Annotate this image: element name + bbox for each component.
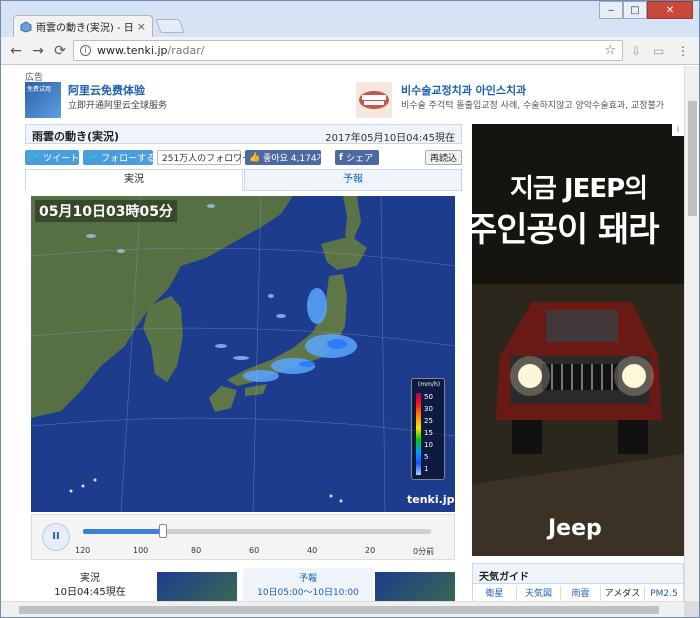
- forecast-time: 10日05:00〜10日10:00: [257, 588, 359, 598]
- page-title: 雨雲の動き(実況): [32, 130, 120, 143]
- favicon-icon: [20, 20, 32, 33]
- ad2-description: 비수술 주걱턱 돌출입교정 사례, 수술하지않고 양악수술효과, 교정불가: [401, 101, 665, 111]
- ad-info-icon[interactable]: i: [672, 124, 684, 136]
- radar-map[interactable]: 05月10日03時05分 (mm/h) 50 30 25 15 10 5 1 t…: [31, 196, 455, 512]
- bookmark-star-icon[interactable]: ☆: [604, 43, 616, 58]
- ad1-title-link[interactable]: 阿里云免费体验: [68, 82, 145, 98]
- map-timestamp: 05月10日03時05分: [35, 200, 177, 222]
- rainfall-legend: (mm/h) 50 30 25 15 10 5 1: [411, 378, 445, 480]
- timeline-player: II 120 100 80 60 40 20 0分前: [31, 514, 455, 560]
- legend-label: 5: [424, 453, 429, 461]
- twitter-icon: 🐦: [29, 152, 44, 163]
- browser-window: 雨雲の動き(実況) - 日本 × ‒ □ ✕ ← → ⟳ i www.tenki…: [0, 0, 700, 618]
- legend-color-bar: [416, 393, 421, 475]
- legend-label: 1: [424, 465, 429, 473]
- address-bar[interactable]: i www.tenki.jp/radar/ ☆: [73, 40, 623, 61]
- tenki-logo: tenki.jp: [407, 493, 455, 506]
- new-tab-button[interactable]: [155, 19, 185, 33]
- timeline-tick-label: 20: [365, 546, 376, 555]
- facebook-icon: f: [339, 152, 347, 163]
- guide-tab-rain[interactable]: 雨雲: [561, 586, 601, 601]
- menu-icon[interactable]: ⋮: [677, 44, 689, 58]
- url-text: www.tenki.jp/radar/: [97, 44, 205, 57]
- ad-headline-2: 주인공이 돼라: [472, 210, 660, 250]
- ad1-description: 立即开通阿里云全球服务: [68, 101, 168, 111]
- jeep-logo: Jeep: [548, 516, 602, 541]
- page-content: 広告 免费试用 阿里云免费体验 立即开通阿里云全球服务 비수술교정치과 아인스치…: [1, 66, 684, 601]
- forecast-label: 予報: [298, 574, 317, 584]
- timeline-tick-label: 100: [133, 546, 149, 555]
- close-window-button[interactable]: ✕: [647, 1, 693, 19]
- extension-icon[interactable]: ▭: [653, 44, 664, 58]
- ad-headline-1: 지금 JEEP의: [510, 174, 648, 204]
- tab-close-icon[interactable]: ×: [137, 20, 146, 33]
- timeline-tick-label: 0分前: [413, 547, 435, 556]
- forecast-thumbnail[interactable]: [375, 572, 455, 601]
- current-time: 10日04:45現在: [54, 587, 126, 598]
- current-summary[interactable]: 実況 10日04:45現在: [25, 568, 155, 601]
- follow-button[interactable]: 🐦 フォローする: [83, 150, 155, 165]
- facebook-share-button[interactable]: f シェア: [335, 150, 379, 165]
- guide-tab-satellite[interactable]: 衛星: [473, 586, 517, 601]
- vertical-scrollbar[interactable]: [684, 66, 699, 601]
- horizontal-scroll-thumb[interactable]: [19, 606, 659, 614]
- legend-label: 30: [424, 405, 433, 413]
- legend-label: 50: [424, 393, 433, 401]
- tab-forecast[interactable]: 予報: [244, 169, 462, 191]
- timeline-tick-label: 60: [249, 546, 260, 555]
- updated-datetime: 2017年05月10日04:45現在: [325, 133, 455, 144]
- timeline-tick-label: 120: [75, 546, 91, 555]
- legend-unit: (mm/h): [417, 381, 441, 388]
- twitter-icon: 🐦: [87, 152, 102, 163]
- guide-tab-pm25[interactable]: PM2.5: [645, 586, 683, 601]
- minimize-button[interactable]: ‒: [599, 1, 623, 19]
- timeline-handle[interactable]: [159, 524, 168, 538]
- weather-guide: 天気ガイド 衛星 天気図 雨雲 アメダス PM2.5: [472, 563, 684, 601]
- radar-tabs: 実況 予報: [25, 169, 462, 191]
- legend-label: 25: [424, 417, 433, 425]
- title-bar: 雨雲の動き(実況) - 日本 × ‒ □ ✕: [1, 1, 699, 37]
- summary-row: 実況 10日04:45現在 予報 10日05:00〜10日10:00: [25, 568, 462, 601]
- reload-button[interactable]: 再読込: [425, 150, 462, 165]
- tab-title: 雨雲の動き(実況) - 日本: [36, 23, 133, 34]
- guide-tab-weather-map[interactable]: 天気図: [517, 586, 561, 601]
- jeep-banner-ad[interactable]: i 지금 JEEP의 주인공이 돼라 Jeep: [472, 124, 684, 556]
- scroll-corner: [684, 601, 699, 617]
- ad2-thumbnail[interactable]: [356, 82, 392, 118]
- timeline-tick-label: 80: [191, 546, 202, 555]
- follower-count: 251万人のフォロワー: [157, 150, 251, 165]
- guide-tab-amedas[interactable]: アメダス: [601, 586, 645, 601]
- back-icon[interactable]: ←: [7, 42, 25, 60]
- forecast-summary[interactable]: 予報 10日05:00〜10日10:00: [243, 568, 373, 601]
- social-bar: 🐦 ツイート 🐦 フォローする 251万人のフォロワー 👍 좋아요 4,174개…: [25, 150, 462, 166]
- browser-tab[interactable]: 雨雲の動き(実況) - 日本 ×: [13, 15, 153, 37]
- timeline-slider[interactable]: [83, 529, 431, 534]
- horizontal-scrollbar[interactable]: [1, 601, 684, 617]
- download-icon[interactable]: ⇩: [631, 44, 641, 58]
- pause-button[interactable]: II: [42, 523, 70, 551]
- vertical-scroll-thumb[interactable]: [688, 101, 697, 216]
- current-thumbnail[interactable]: [157, 572, 237, 601]
- reload-icon[interactable]: ⟳: [51, 42, 69, 60]
- timeline-tick-label: 40: [307, 546, 318, 555]
- ad2-title-link[interactable]: 비수술교정치과 아인스치과: [401, 82, 526, 98]
- forward-icon[interactable]: →: [29, 42, 47, 60]
- legend-label: 15: [424, 429, 433, 437]
- current-label: 実況: [80, 573, 100, 584]
- site-info-icon[interactable]: i: [80, 45, 91, 56]
- legend-label: 10: [424, 441, 433, 449]
- thumbs-up-icon: 👍: [249, 152, 264, 163]
- browser-toolbar: ← → ⟳ i www.tenki.jp/radar/ ☆ ⇩ ▭ ⋮: [1, 37, 699, 65]
- radar-section: 雨雲の動き(実況) 2017年05月10日04:45現在 🐦 ツイート 🐦 フォ…: [25, 124, 462, 601]
- facebook-like-button[interactable]: 👍 좋아요 4,174개: [245, 150, 325, 165]
- ad1-thumbnail[interactable]: 免费试用: [25, 82, 61, 118]
- section-header: 雨雲の動き(実況) 2017年05月10日04:45現在: [25, 124, 462, 144]
- timeline-progress: [83, 529, 164, 534]
- map-graphic: [31, 196, 455, 512]
- maximize-button[interactable]: □: [623, 1, 647, 19]
- tweet-button[interactable]: 🐦 ツイート: [25, 150, 79, 165]
- tab-current[interactable]: 実況: [25, 169, 243, 191]
- guide-title: 天気ガイド: [473, 564, 683, 584]
